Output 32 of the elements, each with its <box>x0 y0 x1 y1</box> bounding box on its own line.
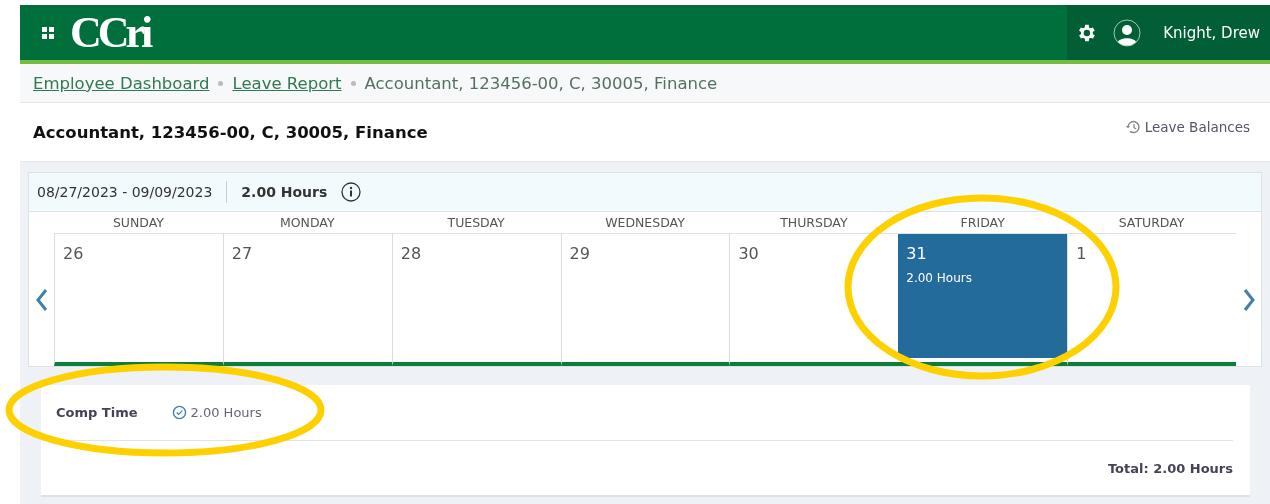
leave-hours: 2.00 Hours <box>171 405 262 420</box>
calendar-day[interactable]: 1 <box>1068 234 1236 358</box>
college-logo: CCri <box>70 10 150 55</box>
total-hours: Total: 2.00 Hours <box>1107 461 1233 476</box>
calendar-day[interactable]: 30 <box>730 234 899 358</box>
calendar-day[interactable]: 31 2.00 Hours <box>898 234 1068 358</box>
calendar-day[interactable]: 29 <box>561 234 730 358</box>
weekday-label: WEDNESDAY <box>560 212 730 234</box>
check-circle-icon <box>171 405 187 420</box>
weekday-label: THURSDAY <box>729 212 899 234</box>
breadcrumb-link[interactable]: Leave Report <box>232 73 342 93</box>
weekday-label: SUNDAY <box>54 212 223 234</box>
date-range: 08/27/2023 - 09/09/2023 <box>37 184 213 200</box>
breadcrumb-separator <box>218 80 224 86</box>
calendar-day[interactable]: 26 <box>55 234 223 358</box>
calendar-day[interactable]: 27 <box>223 234 392 358</box>
weekday-label: MONDAY <box>222 212 392 234</box>
leave-balances-link[interactable]: Leave Balances <box>1124 119 1250 135</box>
user-name[interactable]: Knight, Drew <box>1163 23 1260 42</box>
history-clock-icon <box>1124 119 1141 135</box>
calendar-day[interactable]: 28 <box>392 234 561 358</box>
user-avatar-icon[interactable] <box>1113 18 1142 47</box>
weekday-label: SATURDAY <box>1067 212 1236 234</box>
period-hours: 2.00 Hours <box>241 184 328 200</box>
breadcrumb-current: Accountant, 123456-00, C, 30005, Finance <box>364 73 718 93</box>
page-title: Accountant, 123456-00, C, 30005, Finance <box>33 122 428 142</box>
info-icon[interactable] <box>341 182 362 202</box>
grid-menu-icon[interactable] <box>42 26 54 39</box>
breadcrumb-separator <box>350 80 356 86</box>
weekday-label: TUESDAY <box>391 212 561 234</box>
leave-type-label: Comp Time <box>56 405 138 420</box>
breadcrumb-link[interactable]: Employee Dashboard <box>33 73 210 93</box>
